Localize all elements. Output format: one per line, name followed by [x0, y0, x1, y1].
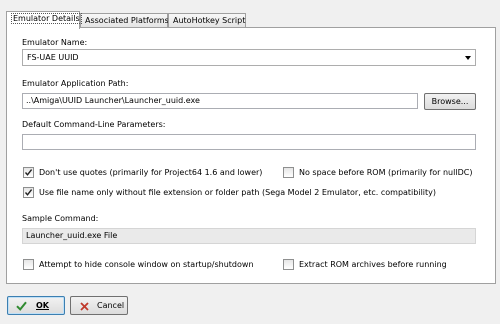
extract-rom-checkbox[interactable]: [283, 259, 294, 270]
emulator-name-value: FS-UAE UUID: [27, 53, 79, 62]
hide-console-label: Attempt to hide console window on startu…: [39, 260, 254, 269]
no-space-before-rom-checkbox[interactable]: [283, 167, 294, 178]
x-icon: [80, 302, 89, 311]
checkmark-icon: [24, 189, 33, 196]
dont-use-quotes-checkbox[interactable]: [23, 167, 34, 178]
checkmark-icon: [24, 169, 33, 176]
browse-button[interactable]: Browse...: [424, 93, 476, 110]
checkmark-icon: [16, 301, 27, 311]
tab-autohotkey-script[interactable]: AutoHotkey Script: [168, 13, 246, 28]
ok-button[interactable]: OK: [7, 296, 65, 315]
use-file-name-only-checkbox[interactable]: [23, 187, 34, 198]
no-space-before-rom-label: No space before ROM (primarily for nullD…: [299, 168, 473, 177]
tab-emulator-details[interactable]: Emulator Details: [6, 11, 82, 29]
extract-rom-label: Extract ROM archives before running: [299, 260, 447, 269]
ok-label: OK: [36, 301, 49, 310]
hide-console-checkbox[interactable]: [23, 259, 34, 270]
cmd-params-input[interactable]: [22, 134, 476, 150]
emulator-name-label: Emulator Name:: [22, 38, 88, 47]
app-path-label: Emulator Application Path:: [22, 79, 129, 88]
cancel-label: Cancel: [97, 301, 125, 310]
emulator-name-combo[interactable]: FS-UAE UUID: [22, 49, 476, 66]
use-file-name-only-label: Use file name only without file extensio…: [39, 188, 437, 197]
cancel-button[interactable]: Cancel: [70, 296, 128, 315]
sample-command-label: Sample Command:: [22, 214, 99, 223]
tab-associated-platforms[interactable]: Associated Platforms: [80, 13, 169, 28]
app-path-input[interactable]: ..\Amiga\UUID Launcher\Launcher_uuid.exe: [22, 93, 418, 109]
dont-use-quotes-label: Don't use quotes (primarily for Project6…: [39, 168, 263, 177]
sample-command-field: Launcher_uuid.exe File: [22, 228, 476, 244]
sample-command-value: Launcher_uuid.exe File: [26, 231, 118, 240]
app-path-value: ..\Amiga\UUID Launcher\Launcher_uuid.exe: [26, 96, 200, 105]
cmd-params-label: Default Command-Line Parameters:: [22, 120, 166, 129]
chevron-down-icon[interactable]: [465, 56, 471, 60]
